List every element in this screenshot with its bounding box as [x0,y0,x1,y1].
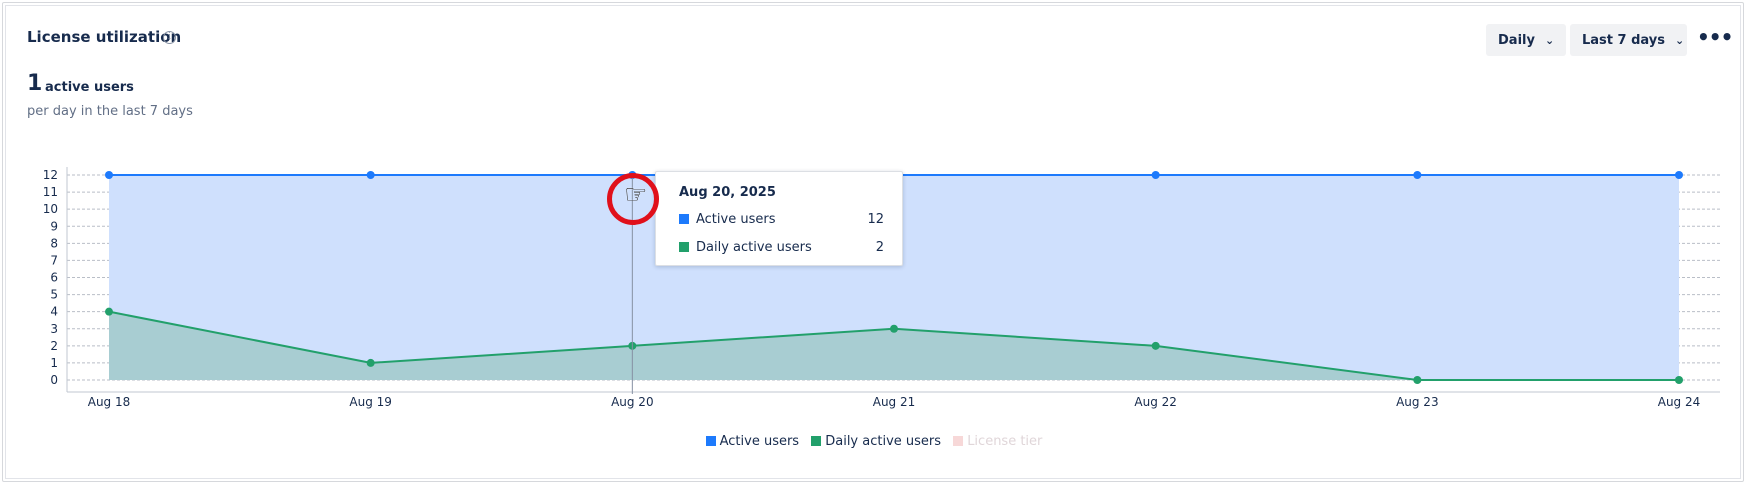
data-point [366,171,375,179]
tooltip-row-value: 2 [875,240,884,255]
data-point [1151,171,1160,179]
data-point [105,171,113,179]
tooltip-row-label: Daily active users [696,240,812,255]
y-tick-label: 10 [43,202,58,216]
y-tick-label: 4 [50,305,58,319]
data-point [1675,376,1683,384]
y-tick-label: 12 [43,168,58,182]
tooltip-row-label: Active users [696,212,776,227]
legend-label: Active users [719,434,800,449]
data-point [1151,341,1160,350]
legend-item-daily-active-users[interactable]: Daily active users [811,434,941,449]
data-point [366,358,375,367]
data-point [1675,171,1683,179]
y-tick-label: 7 [50,253,58,267]
y-tick-label: 11 [43,185,58,199]
x-tick-label: Aug 21 [873,395,916,409]
legend-item-license-tier[interactable]: License tier [953,434,1042,449]
y-tick-label: 8 [50,236,58,250]
x-tick-label: Aug 19 [349,395,392,409]
legend-item-active-users[interactable]: Active users [705,434,800,449]
x-tick-label: Aug 18 [88,395,131,409]
y-tick-label: 5 [50,288,58,302]
y-tick-label: 0 [50,373,58,387]
tooltip-row-value: 12 [867,212,884,227]
y-tick-label: 6 [50,271,58,285]
x-tick-label: Aug 24 [1658,395,1701,409]
data-point [105,307,113,316]
tooltip-swatch [679,242,689,252]
chart-tooltip: Aug 20, 2025 Active users 12 Daily activ… [655,171,903,266]
x-tick-label: Aug 22 [1134,395,1177,409]
legend-swatch [953,436,964,446]
legend-swatch [705,436,716,446]
data-point [890,324,898,333]
legend-swatch [811,436,822,446]
y-tick-label: 2 [50,339,58,353]
chart-legend: Active users Daily active users License … [0,434,1748,452]
legend-label: Daily active users [825,434,942,449]
tooltip-row-active-users: Active users 12 [679,212,884,227]
tooltip-row-daily-active-users: Daily active users 2 [679,240,884,255]
hand-cursor-icon: ☞ [624,180,648,210]
tooltip-date: Aug 20, 2025 [679,185,776,200]
y-tick-label: 9 [50,219,58,233]
data-point [1413,376,1422,384]
y-tick-label: 3 [50,322,58,336]
data-point [1413,171,1422,179]
x-tick-label: Aug 20 [611,395,654,409]
tooltip-swatch [679,214,689,224]
x-tick-label: Aug 23 [1396,395,1439,409]
legend-label: License tier [967,434,1043,449]
y-tick-label: 1 [50,356,58,370]
